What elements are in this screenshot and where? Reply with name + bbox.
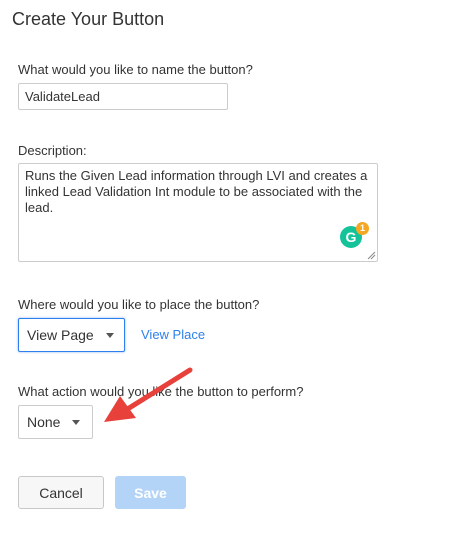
chevron-down-icon xyxy=(105,332,114,338)
annotation-arrow-icon xyxy=(104,367,193,422)
cancel-button[interactable]: Cancel xyxy=(18,476,104,509)
placement-select-value: View Page xyxy=(27,327,94,343)
grammarly-badge: 1 xyxy=(356,222,369,235)
page-title: Create Your Button xyxy=(12,9,165,29)
view-place-link[interactable]: View Place xyxy=(141,327,205,342)
chevron-down-icon xyxy=(72,419,81,425)
description-textarea[interactable]: Runs the Given Lead information through … xyxy=(18,163,378,262)
description-label: Description: xyxy=(18,143,87,158)
action-select[interactable]: None xyxy=(18,405,93,439)
action-select-value: None xyxy=(27,414,61,430)
create-button-dialog: Create Your Button What would you like t… xyxy=(0,0,462,534)
resize-handle-icon[interactable] xyxy=(367,251,376,260)
placement-select[interactable]: View Page xyxy=(18,318,125,352)
save-button[interactable]: Save xyxy=(115,476,186,509)
placement-label: Where would you like to place the button… xyxy=(18,297,260,312)
button-name-input[interactable] xyxy=(18,83,228,110)
name-field-label: What would you like to name the button? xyxy=(18,62,253,77)
